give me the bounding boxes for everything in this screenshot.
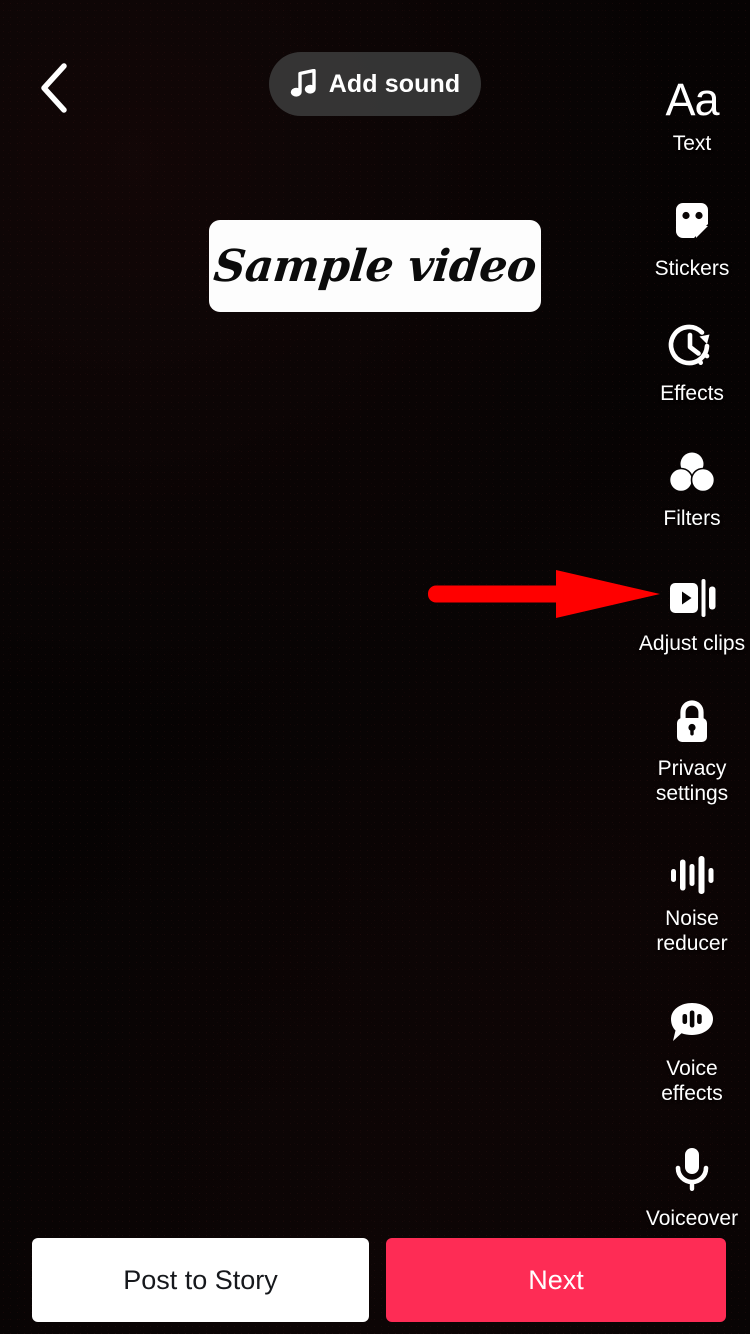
sticker-icon [667,195,717,247]
back-button[interactable] [18,52,90,124]
sidebar-item-privacy-settings[interactable]: Privacy settings [634,695,750,806]
sidebar-label-voice-effects: Voice effects [661,1057,723,1105]
add-sound-button[interactable]: Add sound [269,52,481,116]
filters-circles-icon [666,445,718,497]
video-editor-screen: Add sound Sample video Aa Text Stickers [0,0,750,1334]
bottom-action-bar: Post to Story Next [0,1226,750,1334]
sidebar-label-privacy-settings: Privacy settings [655,757,729,805]
microphone-icon [669,1145,715,1197]
sidebar-item-voiceover[interactable]: Voiceover [634,1145,750,1231]
post-to-story-button[interactable]: Post to Story [32,1238,369,1322]
sidebar-item-voice-effects[interactable]: Voice effects [634,995,750,1106]
sidebar-item-filters[interactable]: Filters [634,445,750,531]
text-sticker[interactable]: Sample video [209,220,541,312]
sidebar-label-stickers: Stickers [654,257,730,280]
sidebar-label-adjust-clips: Adjust clips [638,632,746,655]
lock-icon [668,695,716,747]
sidebar-label-effects: Effects [660,382,724,405]
sidebar-item-effects[interactable]: Effects [634,320,750,406]
sidebar-item-adjust-clips[interactable]: Adjust clips [634,570,750,656]
voice-bubble-icon [666,995,718,1047]
sidebar-item-text[interactable]: Aa Text [634,70,750,156]
sidebar-label-text: Text [672,132,712,155]
text-sticker-content: Sample video [211,240,539,292]
waveform-icon [666,845,718,897]
sidebar-item-stickers[interactable]: Stickers [634,195,750,281]
effects-clock-icon [666,320,718,372]
next-button[interactable]: Next [386,1238,726,1322]
add-sound-label: Add sound [328,69,461,98]
sidebar-label-noise-reducer: Noise reducer [656,907,728,955]
sidebar-label-filters: Filters [663,507,721,530]
sidebar-item-noise-reducer[interactable]: Noise reducer [634,845,750,956]
chevron-left-icon [41,63,67,113]
text-aa-icon: Aa [665,74,719,125]
music-note-icon [290,69,316,97]
adjust-clips-icon [665,570,719,622]
